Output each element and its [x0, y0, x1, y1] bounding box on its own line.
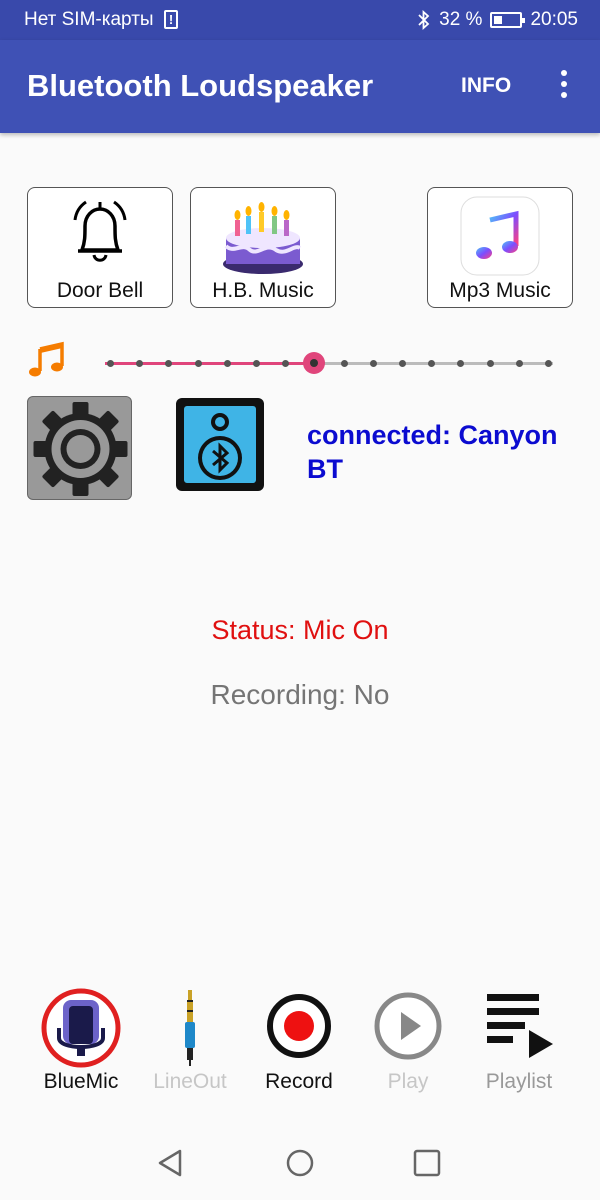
slider-tick	[369, 360, 377, 367]
door-bell-label: Door Bell	[56, 279, 144, 302]
slider-tick	[486, 360, 494, 367]
bluemic-button[interactable]: BlueMic	[26, 988, 136, 1098]
bluetooth-speaker-button[interactable]	[174, 396, 266, 493]
slider-tick	[399, 360, 406, 367]
slider-tick	[428, 360, 436, 367]
play-icon	[374, 992, 442, 1060]
volume-slider[interactable]	[105, 352, 553, 376]
gear-icon	[33, 402, 128, 496]
slider-tick	[136, 360, 144, 367]
battery-icon	[490, 12, 526, 28]
play-label: Play	[387, 1070, 429, 1093]
mp3-music-button[interactable]: Mp3 Music	[427, 187, 573, 308]
slider-tick	[223, 360, 231, 367]
status-bar: Нет SIM-карты ! 32 % 20:05	[0, 0, 600, 40]
mp3-music-label: Mp3 Music	[449, 279, 551, 302]
battery-percent: 32 %	[439, 9, 483, 30]
slider-tick	[165, 360, 173, 367]
play-button[interactable]: Play	[353, 988, 463, 1098]
audio-jack-icon	[185, 990, 195, 1066]
record-label: Record	[265, 1070, 333, 1093]
mic-status: Status: Mic On	[211, 615, 389, 645]
overflow-menu-icon[interactable]	[553, 70, 575, 104]
slider-thumb[interactable]	[303, 352, 326, 374]
info-button[interactable]: INFO	[461, 74, 511, 98]
settings-button[interactable]	[27, 396, 132, 500]
slider-tick	[457, 360, 465, 367]
playlist-icon	[487, 994, 553, 1058]
lineout-label: LineOut	[153, 1070, 227, 1093]
slider-tick	[107, 360, 114, 367]
app-title: Bluetooth Loudspeaker	[27, 68, 374, 103]
bluetooth-icon	[418, 10, 430, 30]
slider-tick	[282, 360, 290, 367]
sim-alert-icon: !	[164, 10, 178, 29]
recents-icon[interactable]	[412, 1148, 442, 1178]
birthday-cake-icon	[223, 202, 303, 274]
birthday-music-label: H.B. Music	[212, 279, 314, 302]
microphone-icon	[41, 988, 121, 1068]
slider-tick	[545, 360, 552, 367]
home-icon[interactable]	[285, 1148, 315, 1178]
back-icon[interactable]	[156, 1148, 186, 1178]
bluetooth-speaker-icon	[176, 398, 264, 491]
recording-status: Recording: No	[210, 679, 390, 710]
carrier-text: Нет SIM-карты	[24, 9, 154, 30]
sound-wave-graphic	[34, 751, 566, 939]
slider-tick	[515, 360, 523, 367]
connection-status: connected: Canyon BT	[307, 420, 558, 484]
slider-tick	[253, 360, 260, 367]
slider-tick	[340, 360, 348, 367]
playlist-label: Playlist	[485, 1070, 553, 1093]
record-icon	[267, 994, 331, 1058]
playlist-button[interactable]: Playlist	[464, 988, 574, 1098]
app-bar: Bluetooth Loudspeaker INFO	[0, 40, 600, 133]
music-note-icon	[29, 341, 64, 377]
birthday-music-button[interactable]: H.B. Music	[190, 187, 336, 308]
slider-tick	[194, 360, 202, 367]
clock: 20:05	[530, 9, 578, 30]
record-button[interactable]: Record	[244, 988, 354, 1098]
system-nav-bar	[0, 1120, 600, 1200]
bluemic-label: BlueMic	[43, 1070, 119, 1093]
door-bell-button[interactable]: Door Bell	[27, 187, 173, 308]
music-app-icon	[460, 196, 540, 276]
lineout-button[interactable]: LineOut	[135, 988, 245, 1098]
bell-icon	[73, 200, 127, 262]
